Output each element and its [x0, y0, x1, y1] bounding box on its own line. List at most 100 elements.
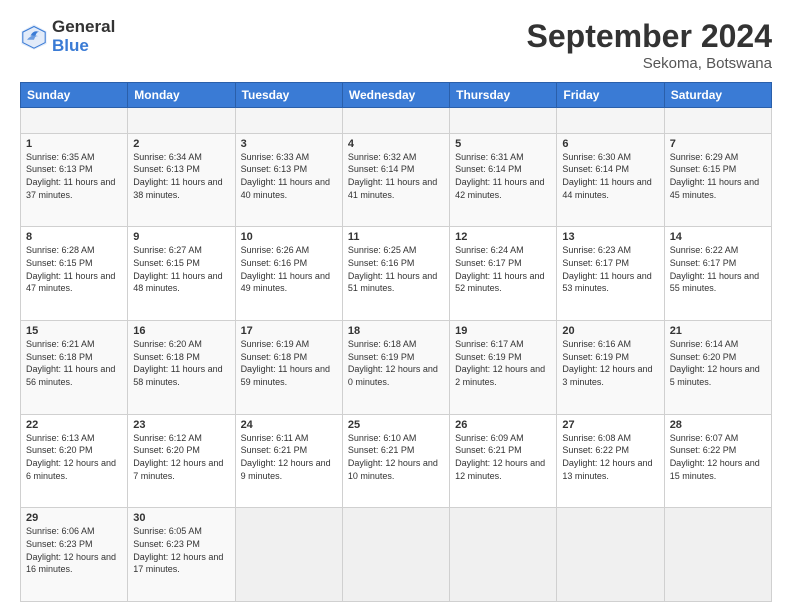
logo-text: General Blue	[52, 18, 115, 55]
day-info: Sunrise: 6:32 AMSunset: 6:14 PMDaylight:…	[348, 151, 444, 201]
day-info: Sunrise: 6:07 AMSunset: 6:22 PMDaylight:…	[670, 432, 766, 482]
calendar-cell	[557, 508, 664, 602]
calendar-table: Sunday Monday Tuesday Wednesday Thursday…	[20, 82, 772, 602]
header-sunday: Sunday	[21, 83, 128, 108]
day-number: 9	[133, 231, 229, 243]
day-info: Sunrise: 6:27 AMSunset: 6:15 PMDaylight:…	[133, 244, 229, 294]
calendar-cell	[235, 108, 342, 134]
calendar-cell: 4 Sunrise: 6:32 AMSunset: 6:14 PMDayligh…	[342, 133, 449, 227]
calendar-cell: 29 Sunrise: 6:06 AMSunset: 6:23 PMDaylig…	[21, 508, 128, 602]
header-saturday: Saturday	[664, 83, 771, 108]
calendar-cell: 10 Sunrise: 6:26 AMSunset: 6:16 PMDaylig…	[235, 227, 342, 321]
day-info: Sunrise: 6:28 AMSunset: 6:15 PMDaylight:…	[26, 244, 122, 294]
day-info: Sunrise: 6:06 AMSunset: 6:23 PMDaylight:…	[26, 525, 122, 575]
calendar-cell: 2 Sunrise: 6:34 AMSunset: 6:13 PMDayligh…	[128, 133, 235, 227]
day-number: 2	[133, 138, 229, 150]
day-info: Sunrise: 6:12 AMSunset: 6:20 PMDaylight:…	[133, 432, 229, 482]
day-info: Sunrise: 6:29 AMSunset: 6:15 PMDaylight:…	[670, 151, 766, 201]
calendar-cell: 8 Sunrise: 6:28 AMSunset: 6:15 PMDayligh…	[21, 227, 128, 321]
day-number: 10	[241, 231, 337, 243]
calendar-week-4: 15 Sunrise: 6:21 AMSunset: 6:18 PMDaylig…	[21, 321, 772, 415]
calendar-cell: 24 Sunrise: 6:11 AMSunset: 6:21 PMDaylig…	[235, 414, 342, 508]
day-number: 1	[26, 138, 122, 150]
day-number: 20	[562, 325, 658, 337]
day-number: 5	[455, 138, 551, 150]
weekday-header-row: Sunday Monday Tuesday Wednesday Thursday…	[21, 83, 772, 108]
calendar-cell: 20 Sunrise: 6:16 AMSunset: 6:19 PMDaylig…	[557, 321, 664, 415]
day-info: Sunrise: 6:17 AMSunset: 6:19 PMDaylight:…	[455, 338, 551, 388]
calendar-cell	[557, 108, 664, 134]
calendar-week-1	[21, 108, 772, 134]
calendar-cell: 9 Sunrise: 6:27 AMSunset: 6:15 PMDayligh…	[128, 227, 235, 321]
calendar-week-5: 22 Sunrise: 6:13 AMSunset: 6:20 PMDaylig…	[21, 414, 772, 508]
calendar-cell	[342, 108, 449, 134]
calendar-cell	[450, 108, 557, 134]
day-info: Sunrise: 6:23 AMSunset: 6:17 PMDaylight:…	[562, 244, 658, 294]
location-subtitle: Sekoma, Botswana	[527, 55, 772, 72]
day-number: 25	[348, 419, 444, 431]
header-thursday: Thursday	[450, 83, 557, 108]
calendar-week-3: 8 Sunrise: 6:28 AMSunset: 6:15 PMDayligh…	[21, 227, 772, 321]
logo-icon	[20, 23, 48, 51]
day-info: Sunrise: 6:09 AMSunset: 6:21 PMDaylight:…	[455, 432, 551, 482]
header: General Blue September 2024 Sekoma, Bots…	[20, 18, 772, 72]
calendar-cell: 14 Sunrise: 6:22 AMSunset: 6:17 PMDaylig…	[664, 227, 771, 321]
day-number: 18	[348, 325, 444, 337]
calendar-cell: 27 Sunrise: 6:08 AMSunset: 6:22 PMDaylig…	[557, 414, 664, 508]
calendar-cell: 13 Sunrise: 6:23 AMSunset: 6:17 PMDaylig…	[557, 227, 664, 321]
calendar-week-2: 1 Sunrise: 6:35 AMSunset: 6:13 PMDayligh…	[21, 133, 772, 227]
day-info: Sunrise: 6:30 AMSunset: 6:14 PMDaylight:…	[562, 151, 658, 201]
day-number: 30	[133, 512, 229, 524]
day-number: 28	[670, 419, 766, 431]
day-number: 16	[133, 325, 229, 337]
header-monday: Monday	[128, 83, 235, 108]
calendar-cell	[342, 508, 449, 602]
calendar-cell	[450, 508, 557, 602]
calendar-cell: 15 Sunrise: 6:21 AMSunset: 6:18 PMDaylig…	[21, 321, 128, 415]
day-number: 7	[670, 138, 766, 150]
day-number: 3	[241, 138, 337, 150]
logo-general: General	[52, 17, 115, 36]
day-info: Sunrise: 6:24 AMSunset: 6:17 PMDaylight:…	[455, 244, 551, 294]
day-number: 13	[562, 231, 658, 243]
day-info: Sunrise: 6:35 AMSunset: 6:13 PMDaylight:…	[26, 151, 122, 201]
header-tuesday: Tuesday	[235, 83, 342, 108]
calendar-cell: 26 Sunrise: 6:09 AMSunset: 6:21 PMDaylig…	[450, 414, 557, 508]
calendar-cell: 6 Sunrise: 6:30 AMSunset: 6:14 PMDayligh…	[557, 133, 664, 227]
day-info: Sunrise: 6:19 AMSunset: 6:18 PMDaylight:…	[241, 338, 337, 388]
calendar-cell: 5 Sunrise: 6:31 AMSunset: 6:14 PMDayligh…	[450, 133, 557, 227]
calendar-cell: 17 Sunrise: 6:19 AMSunset: 6:18 PMDaylig…	[235, 321, 342, 415]
day-info: Sunrise: 6:33 AMSunset: 6:13 PMDaylight:…	[241, 151, 337, 201]
calendar-cell: 21 Sunrise: 6:14 AMSunset: 6:20 PMDaylig…	[664, 321, 771, 415]
day-info: Sunrise: 6:31 AMSunset: 6:14 PMDaylight:…	[455, 151, 551, 201]
day-number: 15	[26, 325, 122, 337]
calendar-cell: 16 Sunrise: 6:20 AMSunset: 6:18 PMDaylig…	[128, 321, 235, 415]
calendar-cell: 1 Sunrise: 6:35 AMSunset: 6:13 PMDayligh…	[21, 133, 128, 227]
calendar-week-6: 29 Sunrise: 6:06 AMSunset: 6:23 PMDaylig…	[21, 508, 772, 602]
day-info: Sunrise: 6:16 AMSunset: 6:19 PMDaylight:…	[562, 338, 658, 388]
day-info: Sunrise: 6:11 AMSunset: 6:21 PMDaylight:…	[241, 432, 337, 482]
day-info: Sunrise: 6:08 AMSunset: 6:22 PMDaylight:…	[562, 432, 658, 482]
calendar-cell	[664, 508, 771, 602]
calendar-cell: 7 Sunrise: 6:29 AMSunset: 6:15 PMDayligh…	[664, 133, 771, 227]
day-number: 14	[670, 231, 766, 243]
day-info: Sunrise: 6:34 AMSunset: 6:13 PMDaylight:…	[133, 151, 229, 201]
day-info: Sunrise: 6:05 AMSunset: 6:23 PMDaylight:…	[133, 525, 229, 575]
day-info: Sunrise: 6:22 AMSunset: 6:17 PMDaylight:…	[670, 244, 766, 294]
day-number: 17	[241, 325, 337, 337]
day-number: 22	[26, 419, 122, 431]
page: General Blue September 2024 Sekoma, Bots…	[0, 0, 792, 612]
calendar-cell: 25 Sunrise: 6:10 AMSunset: 6:21 PMDaylig…	[342, 414, 449, 508]
day-info: Sunrise: 6:18 AMSunset: 6:19 PMDaylight:…	[348, 338, 444, 388]
calendar-cell: 11 Sunrise: 6:25 AMSunset: 6:16 PMDaylig…	[342, 227, 449, 321]
day-info: Sunrise: 6:26 AMSunset: 6:16 PMDaylight:…	[241, 244, 337, 294]
day-number: 26	[455, 419, 551, 431]
day-number: 19	[455, 325, 551, 337]
calendar-cell	[664, 108, 771, 134]
day-info: Sunrise: 6:25 AMSunset: 6:16 PMDaylight:…	[348, 244, 444, 294]
calendar-cell: 3 Sunrise: 6:33 AMSunset: 6:13 PMDayligh…	[235, 133, 342, 227]
day-info: Sunrise: 6:10 AMSunset: 6:21 PMDaylight:…	[348, 432, 444, 482]
title-block: September 2024 Sekoma, Botswana	[527, 18, 772, 72]
calendar-cell: 12 Sunrise: 6:24 AMSunset: 6:17 PMDaylig…	[450, 227, 557, 321]
logo-blue: Blue	[52, 37, 115, 56]
